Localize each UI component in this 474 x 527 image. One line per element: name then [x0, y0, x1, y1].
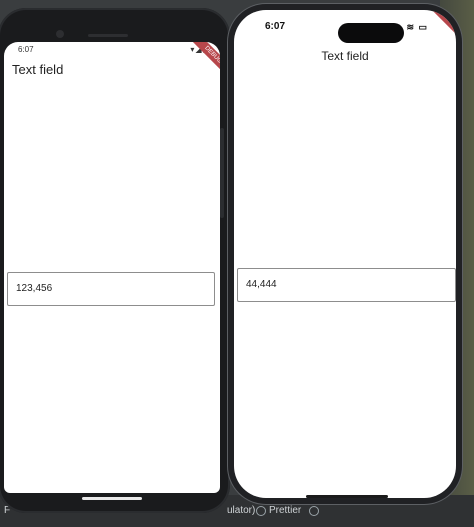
status-time: 6:07 — [265, 21, 286, 32]
text-field[interactable]: 44,444 — [237, 268, 456, 302]
home-indicator[interactable] — [306, 495, 388, 498]
notification-icon[interactable] — [309, 506, 319, 516]
android-screen: 6:07 ▾◢▮ DEBUG Text field 123,456 — [4, 42, 220, 493]
text-field-value: 44,444 — [246, 279, 277, 290]
android-device: 6:07 ▾◢▮ DEBUG Text field 123,456 — [0, 8, 230, 513]
dynamic-island — [338, 23, 404, 43]
text-field-value: 123,456 — [16, 283, 53, 294]
app-title: Text field — [12, 62, 64, 77]
status-icons: ≋ ▭ — [406, 22, 428, 32]
desktop-label-simulator: ulator) — [227, 505, 256, 516]
text-field[interactable]: 123,456 — [7, 272, 215, 306]
android-status-bar: 6:07 ▾◢▮ — [18, 44, 208, 56]
iphone-status-bar: 6:07 ≋ ▭ — [258, 19, 428, 43]
iphone-device: 6:07 ≋ ▭ DEBUG Text field 44,444 — [228, 4, 462, 504]
iphone-screen: 6:07 ≋ ▭ DEBUG Text field 44,444 — [234, 10, 456, 498]
prettier-label[interactable]: Prettier — [269, 504, 301, 518]
status-time: 6:07 — [18, 45, 34, 54]
camera-icon — [56, 30, 64, 38]
speaker-grille — [88, 34, 128, 37]
side-button — [220, 128, 224, 218]
app-title: Text field — [321, 49, 369, 63]
check-circle-icon — [256, 506, 266, 516]
home-indicator[interactable] — [82, 497, 142, 500]
